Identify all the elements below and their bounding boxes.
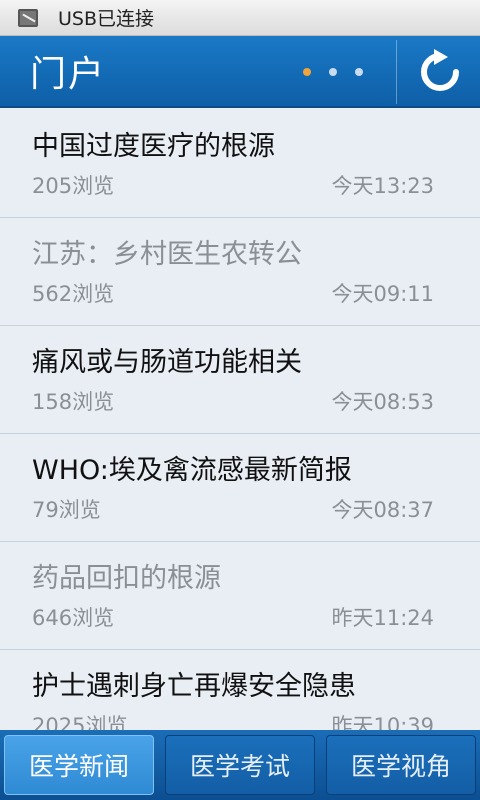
news-views: 158浏览 [32, 390, 115, 414]
news-time: 今天08:37 [331, 498, 434, 522]
news-title: 江苏：乡村医生农转公 [32, 239, 302, 270]
header-divider [396, 40, 397, 104]
page-dot-1 [303, 68, 311, 76]
news-time: 今天13:23 [331, 174, 434, 198]
news-list[interactable]: 中国过度医疗的根源 205浏览 今天13:23 江苏：乡村医生农转公 562浏览… [0, 110, 480, 730]
news-views: 2025浏览 [32, 714, 128, 730]
news-time: 今天08:53 [331, 390, 434, 414]
page-dot-3 [355, 68, 363, 76]
page-indicator [303, 68, 363, 76]
news-views: 79浏览 [32, 498, 101, 522]
news-title: 中国过度医疗的根源 [32, 131, 275, 162]
usb-icon [18, 8, 38, 27]
news-time: 昨天11:24 [331, 606, 434, 630]
news-title: 护士遇刺身亡再爆安全隐患 [32, 671, 356, 702]
list-item[interactable]: 中国过度医疗的根源 205浏览 今天13:23 [0, 110, 480, 218]
news-title: WHO:埃及禽流感最新简报 [32, 455, 352, 486]
news-views: 562浏览 [32, 282, 115, 306]
list-item[interactable]: 护士遇刺身亡再爆安全隐患 2025浏览 昨天10:39 [0, 650, 480, 730]
tab-medical-exam[interactable]: 医学考试 [165, 735, 315, 795]
list-item[interactable]: 药品回扣的根源 646浏览 昨天11:24 [0, 542, 480, 650]
status-text: USB已连接 [58, 8, 155, 30]
status-bar: USB已连接 [0, 0, 480, 36]
refresh-icon [421, 49, 459, 91]
list-item[interactable]: WHO:埃及禽流感最新简报 79浏览 今天08:37 [0, 434, 480, 542]
news-time: 昨天10:39 [331, 714, 434, 730]
bottom-tab-bar: 医学新闻 医学考试 医学视角 [0, 730, 480, 800]
tab-medical-news[interactable]: 医学新闻 [4, 735, 154, 795]
list-item[interactable]: 痛风或与肠道功能相关 158浏览 今天08:53 [0, 326, 480, 434]
news-time: 今天09:11 [331, 282, 434, 306]
list-item[interactable]: 江苏：乡村医生农转公 562浏览 今天09:11 [0, 218, 480, 326]
news-title: 药品回扣的根源 [32, 563, 221, 594]
page-dot-2 [329, 68, 337, 76]
refresh-button[interactable] [400, 36, 480, 108]
news-views: 205浏览 [32, 174, 115, 198]
page-title: 门户 [30, 54, 107, 95]
tab-medical-perspective[interactable]: 医学视角 [326, 735, 476, 795]
news-views: 646浏览 [32, 606, 115, 630]
app-header: 门户 [0, 36, 480, 108]
news-title: 痛风或与肠道功能相关 [32, 347, 302, 378]
